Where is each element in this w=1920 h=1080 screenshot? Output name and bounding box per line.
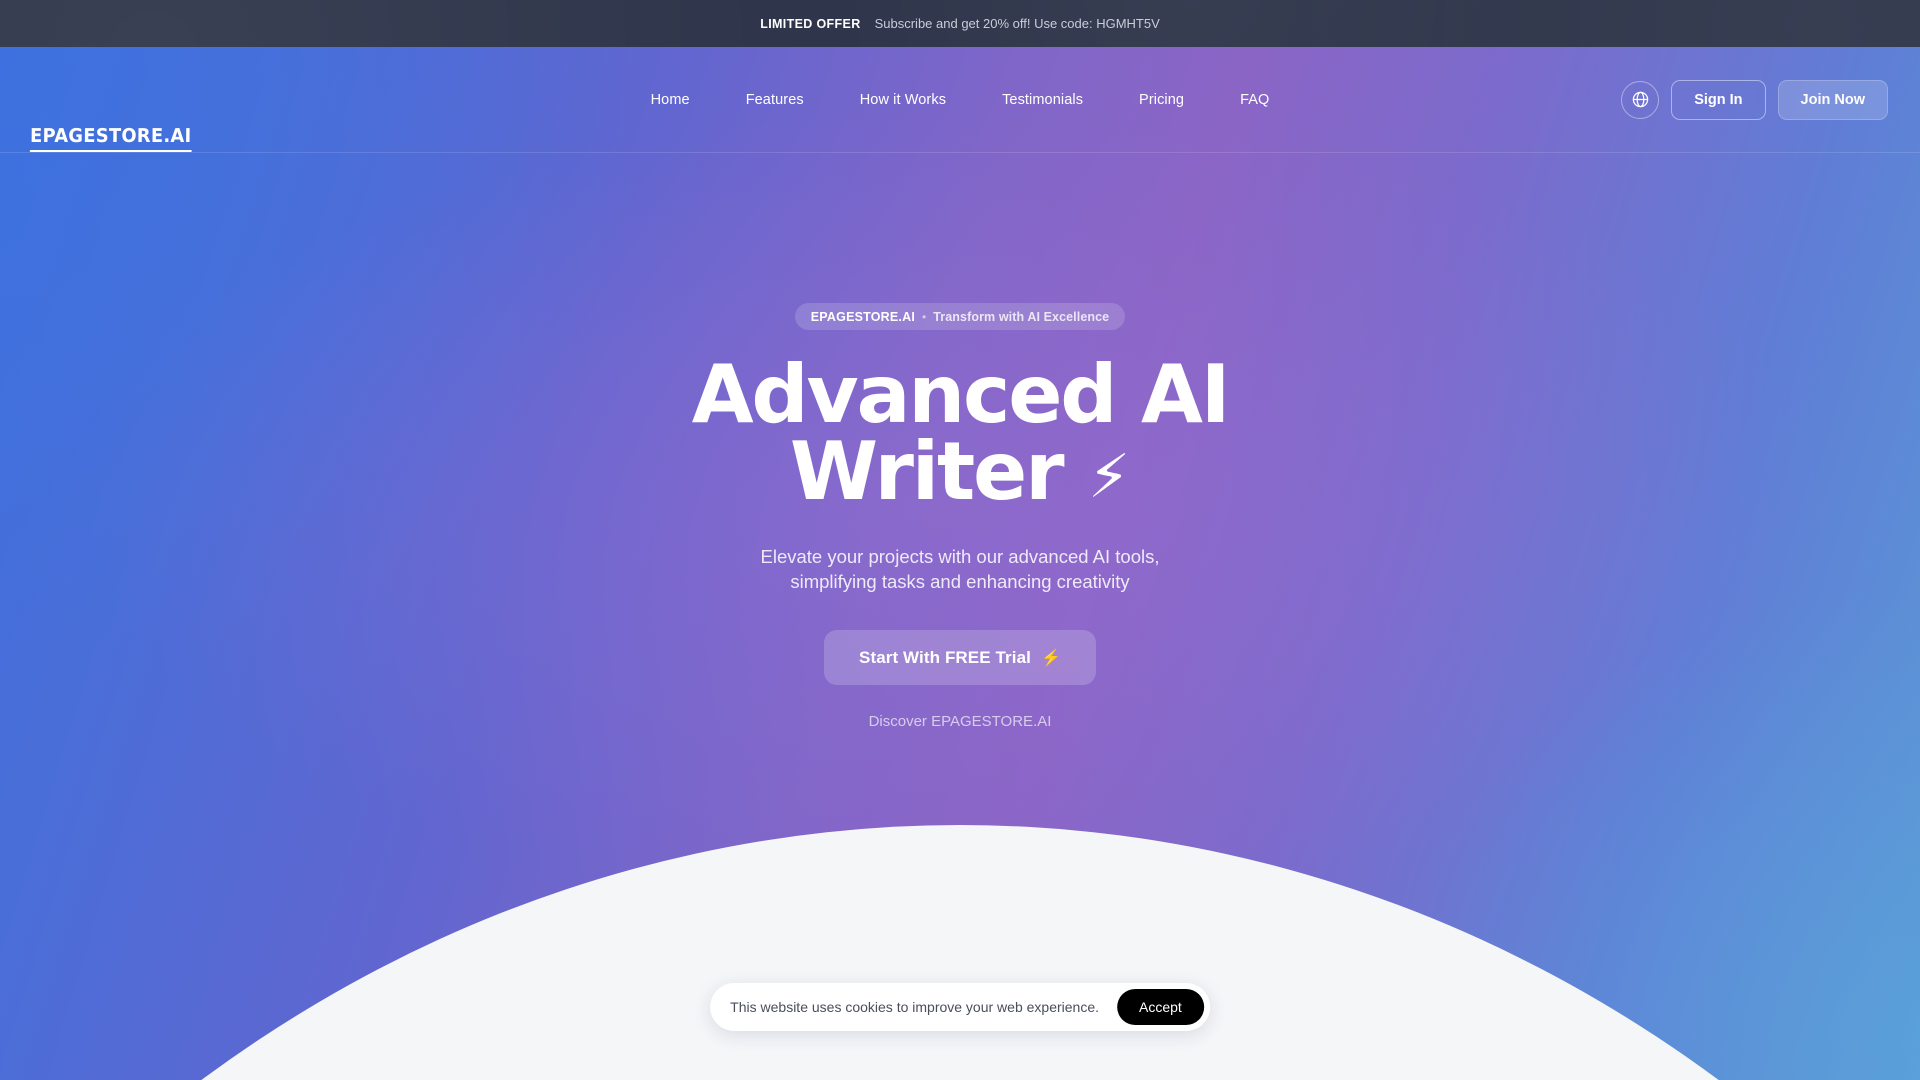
hero-title: Advanced AI Writer ⚡ [460,355,1460,518]
nav-link-testimonials[interactable]: Testimonials [1002,92,1083,108]
cta-lightning-bolt-icon: ⚡ [1040,649,1061,667]
nav-link-pricing[interactable]: Pricing [1139,92,1184,108]
announcement-label: LIMITED OFFER [760,16,861,31]
hero-badge: EPAGESTORE.AI • Transform with AI Excell… [794,303,1126,330]
navbar: EPAGESTORE.AI Home Features How it Works… [0,47,1920,153]
nav-link-faq[interactable]: FAQ [1240,92,1269,108]
nav-link-how-it-works[interactable]: How it Works [860,92,946,108]
nav-actions: Sign In Join Now [1621,47,1888,152]
globe-icon [1631,90,1650,109]
cookie-consent-bar: This website uses cookies to improve you… [710,983,1210,1031]
start-free-trial-button[interactable]: Start With FREE Trial ⚡ [824,630,1096,685]
cta-label: Start With FREE Trial [859,647,1031,667]
hero-content: EPAGESTORE.AI • Transform with AI Excell… [0,153,1920,730]
lightning-bolt-icon: ⚡ [1087,442,1131,512]
hero-badge-separator: • [922,309,927,324]
cookie-accept-button[interactable]: Accept [1117,989,1204,1025]
announcement-text: Subscribe and get 20% off! Use code: HGM… [874,16,1160,31]
language-selector-button[interactable] [1621,80,1660,119]
cookie-message: This website uses cookies to improve you… [730,999,1100,1015]
hero-title-line-2: Writer [789,425,1065,518]
hero-subtitle: Elevate your projects with our advanced … [760,546,1160,592]
nav-link-features[interactable]: Features [746,92,804,108]
announcement-bar: LIMITED OFFER Subscribe and get 20% off!… [0,0,1920,47]
join-now-button[interactable]: Join Now [1777,79,1888,120]
sign-in-button[interactable]: Sign In [1671,79,1766,120]
discover-link[interactable]: Discover EPAGESTORE.AI [869,713,1052,730]
nav-link-home[interactable]: Home [651,92,690,108]
hero-badge-text: Transform with AI Excellence [933,309,1110,324]
hero-badge-brand: EPAGESTORE.AI [810,309,916,324]
landing-page: LIMITED OFFER Subscribe and get 20% off!… [0,0,1920,1080]
